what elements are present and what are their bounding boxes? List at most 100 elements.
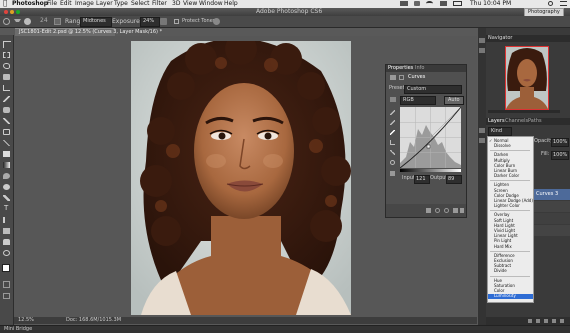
menu-filter[interactable]: Filter [152,1,167,7]
quick-select-tool-icon[interactable] [3,74,10,80]
tab-channels[interactable]: Channels [505,119,528,124]
input-value[interactable]: 121 [414,175,430,184]
doc-size-info[interactable]: Doc: 168.6M/1015.3M [66,318,121,323]
lasso-tool-icon[interactable] [3,63,10,69]
menu-window[interactable]: Window [199,1,223,7]
hand-tool-icon[interactable] [3,239,10,245]
blend-mode-dropdown[interactable]: Normal ✓ Dissolve Darken Multiply Color Burn L… [487,136,534,303]
bluetooth-icon[interactable] [414,1,420,6]
airbrush-icon[interactable] [160,18,167,25]
blend-mode-item[interactable]: Darker Color [488,174,533,179]
menubar-clock[interactable]: Thu 10:04 PM [470,1,511,7]
blend-mode-item[interactable]: Lighter Color [488,204,533,209]
layer-row[interactable] [533,225,570,236]
menu-3d[interactable]: 3D [172,1,180,7]
on-image-adjust-icon[interactable] [390,97,396,102]
navigator-zoom-slider[interactable] [488,110,560,113]
layer-row[interactable] [533,213,570,224]
shape-tool-icon[interactable] [3,228,10,234]
zoom-window-icon[interactable] [16,10,20,14]
crop-tool-icon[interactable] [3,85,10,91]
move-tool-icon[interactable] [3,41,11,48]
document-tab[interactable]: JSC1801-Edit 2.psd @ 12.5% (Curves 3, La… [15,28,162,36]
menu-select[interactable]: Select [131,1,150,7]
curves-graph[interactable] [399,106,462,169]
status-menu-icon[interactable] [400,1,408,6]
reset-icon[interactable] [444,208,449,213]
brush-tool-icon[interactable] [3,118,10,124]
marquee-tool-icon[interactable] [3,52,10,58]
exposure-input[interactable]: 24% [140,17,160,27]
notification-icon[interactable] [560,1,567,6]
tab-info[interactable]: Info [415,66,424,71]
zoom-level[interactable]: 12.5% [18,318,34,323]
protect-tones-checkbox[interactable] [174,19,179,24]
navigator-thumbnail[interactable] [505,46,549,110]
app-menu[interactable]: Photoshop [12,1,48,7]
healing-brush-icon[interactable] [3,107,10,113]
clone-stamp-icon[interactable] [3,129,10,135]
blend-mode-item[interactable]: Divide [488,269,533,274]
eyedropper-black-icon[interactable] [390,110,395,115]
layer-row-curves[interactable]: Curves 3 [533,189,570,200]
layer-row[interactable] [533,201,570,212]
layer-name[interactable]: Curves 3 [536,192,558,197]
menu-layer[interactable]: Layer [96,1,113,7]
minimize-window-icon[interactable] [10,10,14,14]
eyedropper-white-icon[interactable] [390,130,395,135]
output-value[interactable]: 89 [446,175,462,184]
view-previous-icon[interactable] [435,208,440,213]
zoom-tool-icon[interactable] [3,250,10,256]
layer-filter-kind[interactable]: Kind [488,127,512,136]
menu-file[interactable]: File [47,1,57,7]
pressure-size-icon[interactable] [213,18,220,25]
curve-point-icon[interactable] [390,140,395,145]
blend-mode-item[interactable]: Luminosity [488,294,533,300]
eraser-tool-icon[interactable] [3,151,10,157]
actions-panel-icon[interactable] [479,48,485,53]
brush-panel-icon[interactable] [54,18,61,25]
trash-icon[interactable] [560,319,564,323]
foreground-color-swatch[interactable] [2,264,10,272]
smooth-icon[interactable] [390,160,395,165]
screen-mode-icon[interactable] [3,293,10,299]
add-style-icon[interactable] [536,319,540,323]
menu-help[interactable]: Help [224,1,238,7]
volume-icon[interactable] [440,1,447,6]
new-layer-icon[interactable] [552,319,556,323]
clip-to-layer-icon[interactable] [426,208,431,213]
type-tool-icon[interactable]: T [4,205,11,212]
close-window-icon[interactable] [4,10,8,14]
link-layers-icon[interactable] [528,319,532,323]
path-select-icon[interactable] [3,217,12,223]
blur-tool-icon[interactable] [3,173,10,179]
blend-mode-item[interactable]: Hard Mix [488,244,533,250]
clipping-warning-icon[interactable] [390,171,395,176]
spotlight-icon[interactable] [548,1,553,6]
auto-button[interactable]: Auto [444,96,464,105]
menu-image[interactable]: Image [75,1,94,7]
adjustments-panel-icon[interactable] [479,128,485,133]
trash-icon[interactable] [460,208,464,213]
wifi-icon[interactable] [426,1,433,6]
eyedropper-gray-icon[interactable] [390,120,395,125]
eyedropper-tool-icon[interactable] [3,96,10,102]
preset-select[interactable]: Custom [404,85,462,94]
history-brush-icon[interactable] [3,140,10,146]
opacity-input[interactable]: 100% [551,138,570,147]
styles-panel-icon[interactable] [479,138,485,143]
chevron-down-icon[interactable] [14,19,21,25]
apple-icon[interactable]:  [3,0,7,7]
gradient-tool-icon[interactable] [3,162,10,168]
battery-icon[interactable] [453,1,462,6]
dodge-preset-icon[interactable] [3,18,10,25]
mini-bridge-tab[interactable]: Mini Bridge [4,327,32,332]
tab-paths[interactable]: Paths [528,119,542,124]
menu-view[interactable]: View [183,1,197,7]
tab-properties[interactable]: Properties [388,66,413,71]
fill-input[interactable]: 100% [551,151,570,160]
history-panel-icon[interactable] [479,38,485,43]
channel-select[interactable]: RGB [400,96,436,105]
pencil-icon[interactable] [390,150,395,155]
range-select[interactable]: Midtones [80,17,112,27]
